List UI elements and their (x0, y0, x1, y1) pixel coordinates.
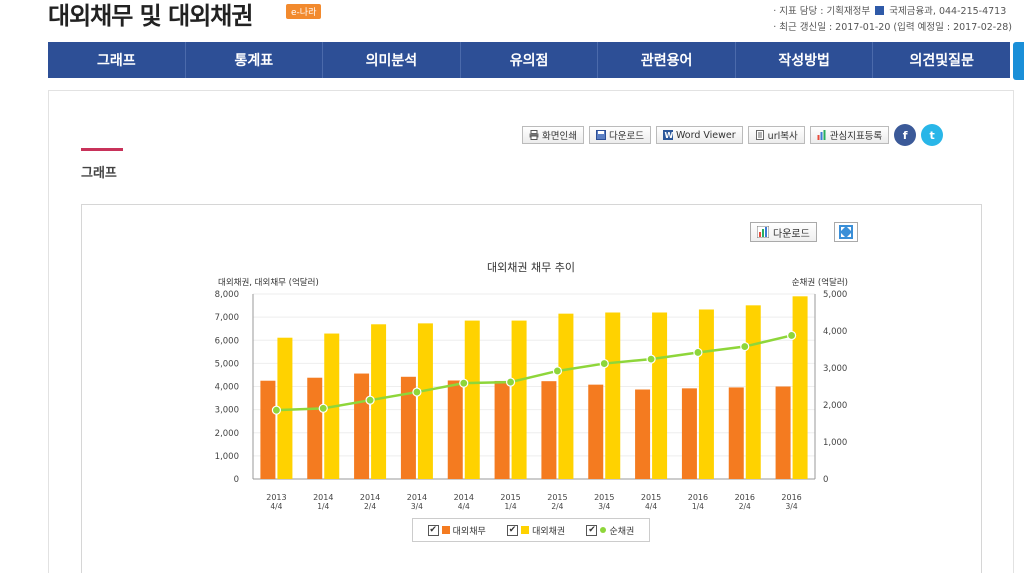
chart-legend: ✔ 대외채무 ✔ 대외채권 ✔ 순채권 (412, 518, 650, 542)
meta-owner: · 지표 담당 : 기획재정부 (773, 6, 871, 17)
page-title: 대외채무 및 대외채권 (48, 2, 253, 30)
tab-terms[interactable]: 관련용어 (598, 42, 736, 78)
tab-nav: 그래프 통계표 의미분석 유의점 관련용어 작성방법 의견및질문 (48, 42, 1010, 78)
legend-checkbox-credit[interactable]: ✔ (507, 524, 519, 536)
url-copy-label: url복사 (767, 131, 798, 142)
legend-label-net: 순채권 (609, 526, 635, 537)
save-icon (595, 130, 606, 140)
tab-method[interactable]: 작성방법 (736, 42, 874, 78)
org-chart-icon[interactable] (875, 6, 885, 15)
printer-icon (529, 130, 539, 140)
legend-swatch-credit (521, 526, 530, 534)
twitter-icon: t (929, 128, 935, 142)
page-toolbar: 화면인쇄 다운로드 W Word Viewer url복사 관심지표등록 f t (522, 124, 944, 146)
legend-label-debt: 대외채무 (452, 526, 486, 537)
chart-download-label: 다운로드 (773, 228, 810, 240)
twitter-button[interactable]: t (921, 124, 944, 146)
tab-graph[interactable]: 그래프 (48, 42, 186, 78)
interest-register-label: 관심지표등록 (829, 131, 883, 142)
indicator-meta: · 지표 담당 : 기획재정부 국제금융과, 044-215-4713 · 최근… (773, 4, 1012, 36)
interest-register-button[interactable]: 관심지표등록 (809, 126, 890, 144)
enara-badge[interactable]: e-나라 (286, 4, 322, 19)
document-icon (755, 130, 764, 140)
legend-item-credit[interactable]: ✔ 대외채권 (507, 524, 565, 537)
legend-swatch-net (600, 527, 607, 533)
tab-table[interactable]: 통계표 (186, 42, 324, 78)
tab-analysis[interactable]: 의미분석 (323, 42, 461, 78)
chart-expand-button[interactable] (834, 222, 858, 242)
section-title: 그래프 (81, 166, 117, 181)
side-quick-tab[interactable] (1013, 42, 1024, 80)
legend-checkbox-net[interactable]: ✔ (586, 524, 598, 536)
word-icon: W (662, 130, 673, 140)
tab-qna[interactable]: 의견및질문 (873, 42, 1010, 78)
print-button[interactable]: 화면인쇄 (522, 126, 584, 144)
legend-item-debt[interactable]: ✔ 대외채무 (427, 524, 486, 537)
expand-icon (839, 225, 853, 239)
facebook-button[interactable]: f (894, 124, 917, 146)
print-label: 화면인쇄 (542, 131, 577, 142)
legend-label-credit: 대외채권 (532, 526, 566, 537)
bar-chart-icon (817, 130, 826, 140)
word-viewer-label: Word Viewer (675, 129, 736, 141)
chart-download-button[interactable]: 다운로드 (750, 222, 817, 242)
word-viewer-button[interactable]: W Word Viewer (655, 126, 743, 144)
page: 대외채무 및 대외채권 e-나라 · 지표 담당 : 기획재정부 국제금융과, … (0, 0, 1024, 573)
url-copy-button[interactable]: url복사 (747, 126, 805, 144)
legend-item-net[interactable]: ✔ 순채권 (586, 524, 634, 537)
legend-checkbox-debt[interactable]: ✔ (427, 524, 439, 536)
download-button[interactable]: 다운로드 (588, 126, 651, 144)
section-accent-bar (81, 148, 123, 151)
facebook-icon: f (902, 128, 908, 142)
meta-dept: 국제금융과, 044-215-4713 (889, 6, 1007, 17)
tab-caution[interactable]: 유의점 (461, 42, 599, 78)
download-label: 다운로드 (608, 131, 644, 142)
svg-text:W: W (664, 131, 673, 140)
meta-update: · 최근 갱신일 : 2017-01-20 (입력 예정일 : 2017-02-… (773, 22, 1012, 33)
excel-chart-icon (757, 226, 769, 238)
legend-swatch-debt (441, 526, 450, 534)
